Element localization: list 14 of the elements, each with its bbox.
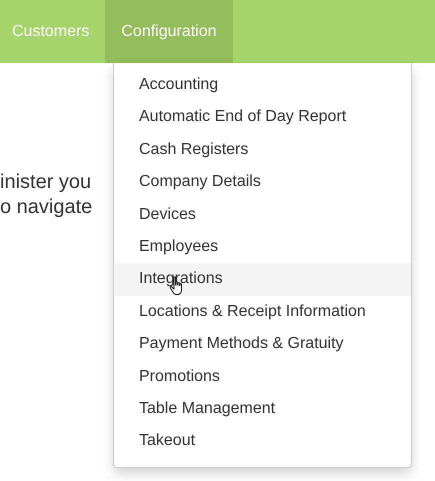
menu-item[interactable]: Locations & Receipt Information (114, 296, 411, 328)
menu-item[interactable]: Takeout (114, 425, 411, 458)
menu-item[interactable]: Cash Registers (114, 134, 411, 166)
menu-item[interactable]: Table Management (114, 392, 411, 426)
body-text: o navigate (0, 195, 92, 220)
menu-item[interactable]: Automatic End of Day Report (114, 101, 411, 134)
menu-item[interactable]: Devices (114, 198, 411, 231)
menu-item[interactable]: Employees (114, 230, 411, 264)
menu-item[interactable]: Accounting (114, 69, 411, 102)
body-text: inister you (0, 170, 92, 195)
menu-item[interactable]: Integrations (114, 263, 411, 296)
menu-item[interactable]: Promotions (114, 360, 411, 393)
menu-item[interactable]: Company Details (114, 166, 411, 199)
menu-item[interactable]: Payment Methods & Gratuity (114, 328, 411, 361)
